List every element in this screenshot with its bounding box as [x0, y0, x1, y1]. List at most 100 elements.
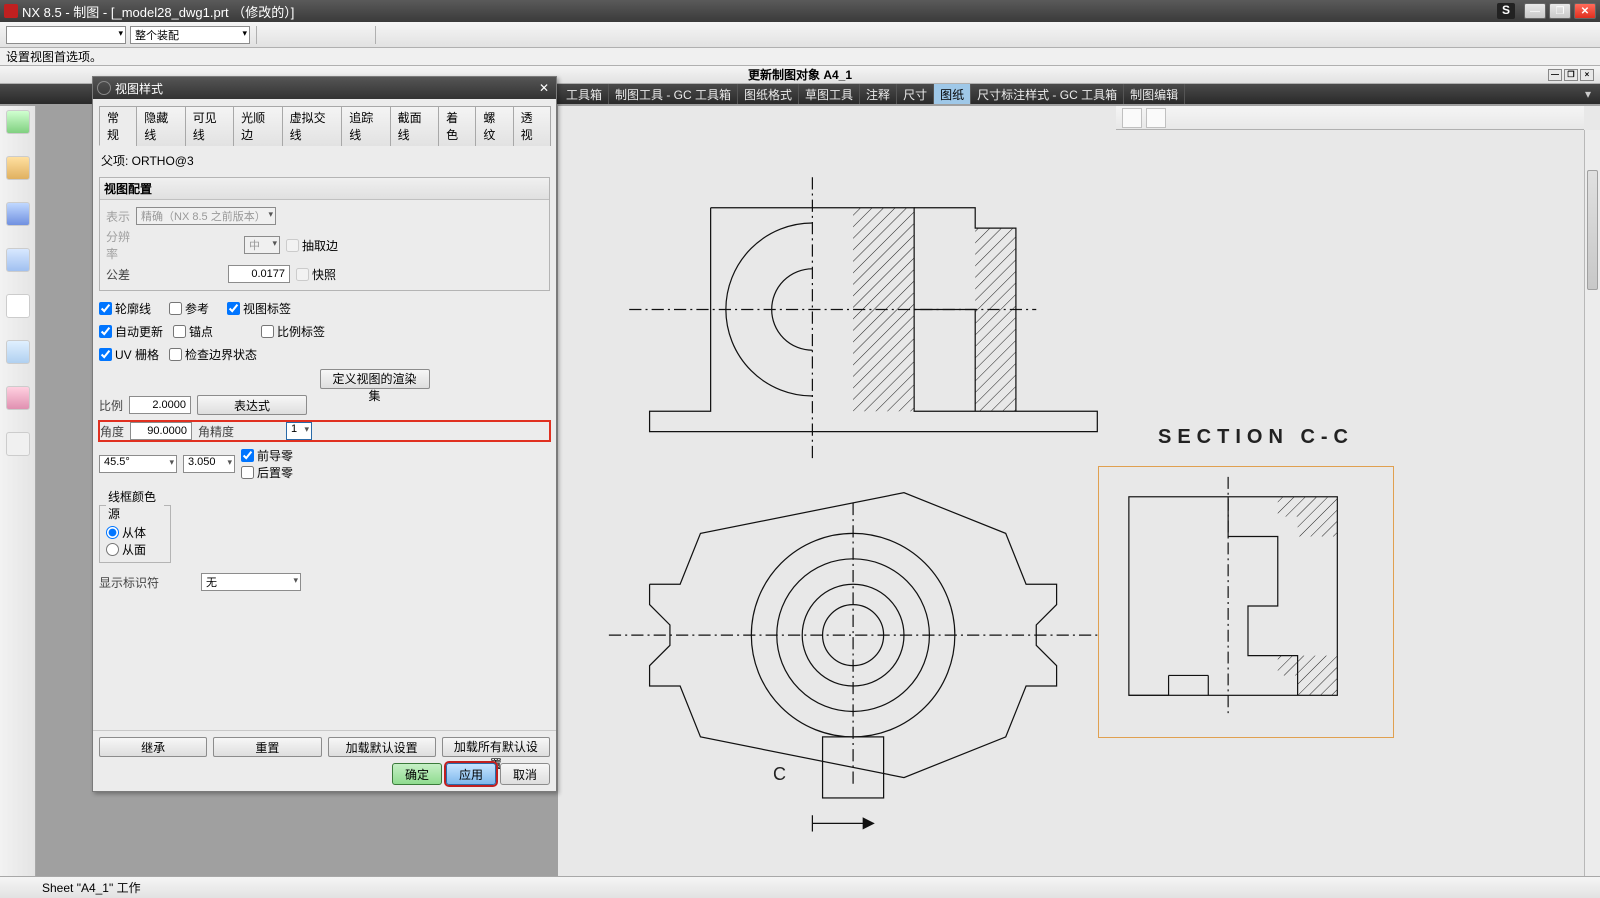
scale-input[interactable] [129, 396, 191, 414]
doc-restore[interactable]: ❐ [1564, 69, 1578, 81]
sidebar-icon-2[interactable] [6, 156, 30, 180]
trailzero-check[interactable]: 后置零 [241, 464, 293, 481]
tb-icon[interactable] [382, 26, 400, 44]
assembly-combo[interactable]: 整个装配 [130, 26, 250, 44]
group-title: 视图配置 [100, 178, 549, 200]
combo-1[interactable] [6, 26, 126, 44]
view-style-dialog: 视图样式 ✕ 常规 隐藏线 可见线 光顺边 虚拟交线 追踪线 截面线 着色 螺纹… [92, 76, 557, 792]
dialog-tabs: 常规 隐藏线 可见线 光顺边 虚拟交线 追踪线 截面线 着色 螺纹 透视 [99, 105, 550, 146]
minimize-button[interactable]: — [1524, 3, 1546, 19]
tb-icon[interactable] [558, 26, 576, 44]
display-select[interactable]: 精确（NX 8.5 之前版本） [136, 207, 276, 225]
status-text: Sheet "A4_1" 工作 [42, 879, 141, 896]
angle-format-1[interactable]: 45.5° [99, 455, 177, 473]
maximize-button[interactable]: ❐ [1549, 3, 1571, 19]
tb-icon[interactable] [307, 26, 325, 44]
reference-check[interactable]: 参考 [169, 300, 209, 317]
status-bar: Sheet "A4_1" 工作 [0, 876, 1600, 898]
sidebar-icon-6[interactable] [6, 340, 30, 364]
left-sidebar [0, 106, 36, 876]
marker-label: 显示标识符 [99, 574, 159, 591]
tb-icon[interactable] [470, 26, 488, 44]
ribbon-tab[interactable]: 尺寸标注样式 - GC 工具箱 [971, 84, 1124, 104]
dialog-tab[interactable]: 虚拟交线 [282, 106, 343, 146]
checkboundary-check[interactable]: 检查边界状态 [169, 346, 257, 363]
ribbon-tab[interactable]: 制图编辑 [1124, 84, 1185, 104]
ribbon-tab[interactable]: 图纸格式 [738, 84, 799, 104]
drawing-canvas[interactable]: SECTION C-C C [558, 106, 1600, 876]
close-button[interactable]: ✕ [1574, 3, 1596, 19]
tb-icon[interactable] [492, 26, 510, 44]
dialog-tab[interactable]: 螺纹 [475, 106, 513, 146]
section-label: SECTION C-C [1158, 426, 1354, 449]
tb-icon[interactable] [263, 26, 281, 44]
tb-icon[interactable] [536, 26, 554, 44]
dialog-tab[interactable]: 着色 [438, 106, 476, 146]
anchor-check[interactable]: 锚点 [173, 323, 213, 340]
ribbon-tab[interactable]: 草图工具 [799, 84, 860, 104]
tolerance-input[interactable] [228, 265, 290, 283]
angle-label: 角度 [100, 423, 124, 440]
dialog-tab[interactable]: 截面线 [390, 106, 439, 146]
tb-icon[interactable] [404, 26, 422, 44]
ribbon-tab-active[interactable]: 图纸 [934, 84, 971, 104]
ribbon-tab[interactable]: 尺寸 [897, 84, 934, 104]
tb-icon[interactable] [285, 26, 303, 44]
cancel-button[interactable]: 取消 [500, 763, 550, 785]
tb-icon[interactable] [351, 26, 369, 44]
reset-button[interactable]: 重置 [213, 737, 321, 757]
fromface-radio[interactable]: 从面 [106, 541, 164, 558]
dialog-close-icon[interactable]: ✕ [536, 81, 552, 95]
define-renderset-button[interactable]: 定义视图的渲染集 [320, 369, 430, 389]
scalelabel-check[interactable]: 比例标签 [261, 323, 325, 340]
tb-icon[interactable] [426, 26, 444, 44]
resolution-select[interactable]: 中 [244, 236, 280, 254]
tb-icon[interactable] [448, 26, 466, 44]
sidebar-icon-8[interactable] [6, 432, 30, 456]
sidebar-icon-1[interactable] [6, 110, 30, 134]
inherit-button[interactable]: 继承 [99, 737, 207, 757]
snapshot-check[interactable]: 快照 [296, 266, 336, 283]
apply-button[interactable]: 应用 [446, 763, 496, 785]
sidebar-icon-7[interactable] [6, 386, 30, 410]
dialog-tab[interactable]: 光顺边 [233, 106, 282, 146]
load-default-button[interactable]: 加载默认设置 [328, 737, 436, 757]
dialog-tab[interactable]: 可见线 [185, 106, 234, 146]
marker-select[interactable]: 无 [201, 573, 301, 591]
ok-button[interactable]: 确定 [392, 763, 442, 785]
extract-edge-check[interactable]: 抽取边 [286, 237, 338, 254]
expression-button[interactable]: 表达式 [197, 395, 307, 415]
frame-color-group: 线框颜色源 从体 从面 [99, 488, 171, 563]
uvgrid-check[interactable]: UV 栅格 [99, 346, 159, 363]
angle-precision-select[interactable]: 1 [286, 422, 312, 440]
load-all-default-button[interactable]: 加载所有默认设置 [442, 737, 550, 757]
dialog-tab[interactable]: 透视 [513, 106, 551, 146]
angle-input[interactable] [130, 422, 192, 440]
tb-icon[interactable] [329, 26, 347, 44]
viewlabel-check[interactable]: 视图标签 [227, 300, 291, 317]
leadzero-check[interactable]: 前导零 [241, 447, 293, 464]
app-title: NX 8.5 - 制图 - [_model28_dwg1.prt （修改的）] [22, 2, 294, 21]
ribbon-overflow[interactable]: ▾ [1576, 84, 1600, 104]
angle-format-2[interactable]: 3.050 [183, 455, 235, 473]
sidebar-icon-3[interactable] [6, 202, 30, 226]
sidebar-icon-4[interactable] [6, 248, 30, 272]
doc-close[interactable]: × [1580, 69, 1594, 81]
dialog-titlebar[interactable]: 视图样式 ✕ [93, 77, 556, 99]
ribbon-tab[interactable]: 工具箱 [560, 84, 609, 104]
angle-precision-label: 角精度 [198, 423, 234, 440]
ribbon-tab[interactable]: 制图工具 - GC 工具箱 [609, 84, 738, 104]
s-badge: S [1497, 3, 1515, 19]
tb-icon[interactable] [514, 26, 532, 44]
dialog-tab-general[interactable]: 常规 [99, 106, 137, 146]
tolerance-label: 公差 [106, 266, 132, 283]
ribbon-tab[interactable]: 注释 [860, 84, 897, 104]
sidebar-icon-5[interactable] [6, 294, 30, 318]
doc-minimize[interactable]: — [1548, 69, 1562, 81]
dialog-tab[interactable]: 追踪线 [341, 106, 390, 146]
dialog-tab[interactable]: 隐藏线 [136, 106, 185, 146]
autoupdate-check[interactable]: 自动更新 [99, 323, 163, 340]
frombody-radio[interactable]: 从体 [106, 524, 164, 541]
dialog-footer: 继承 重置 加载默认设置 加载所有默认设置 确定 应用 取消 [93, 730, 556, 791]
contour-check[interactable]: 轮廓线 [99, 300, 151, 317]
